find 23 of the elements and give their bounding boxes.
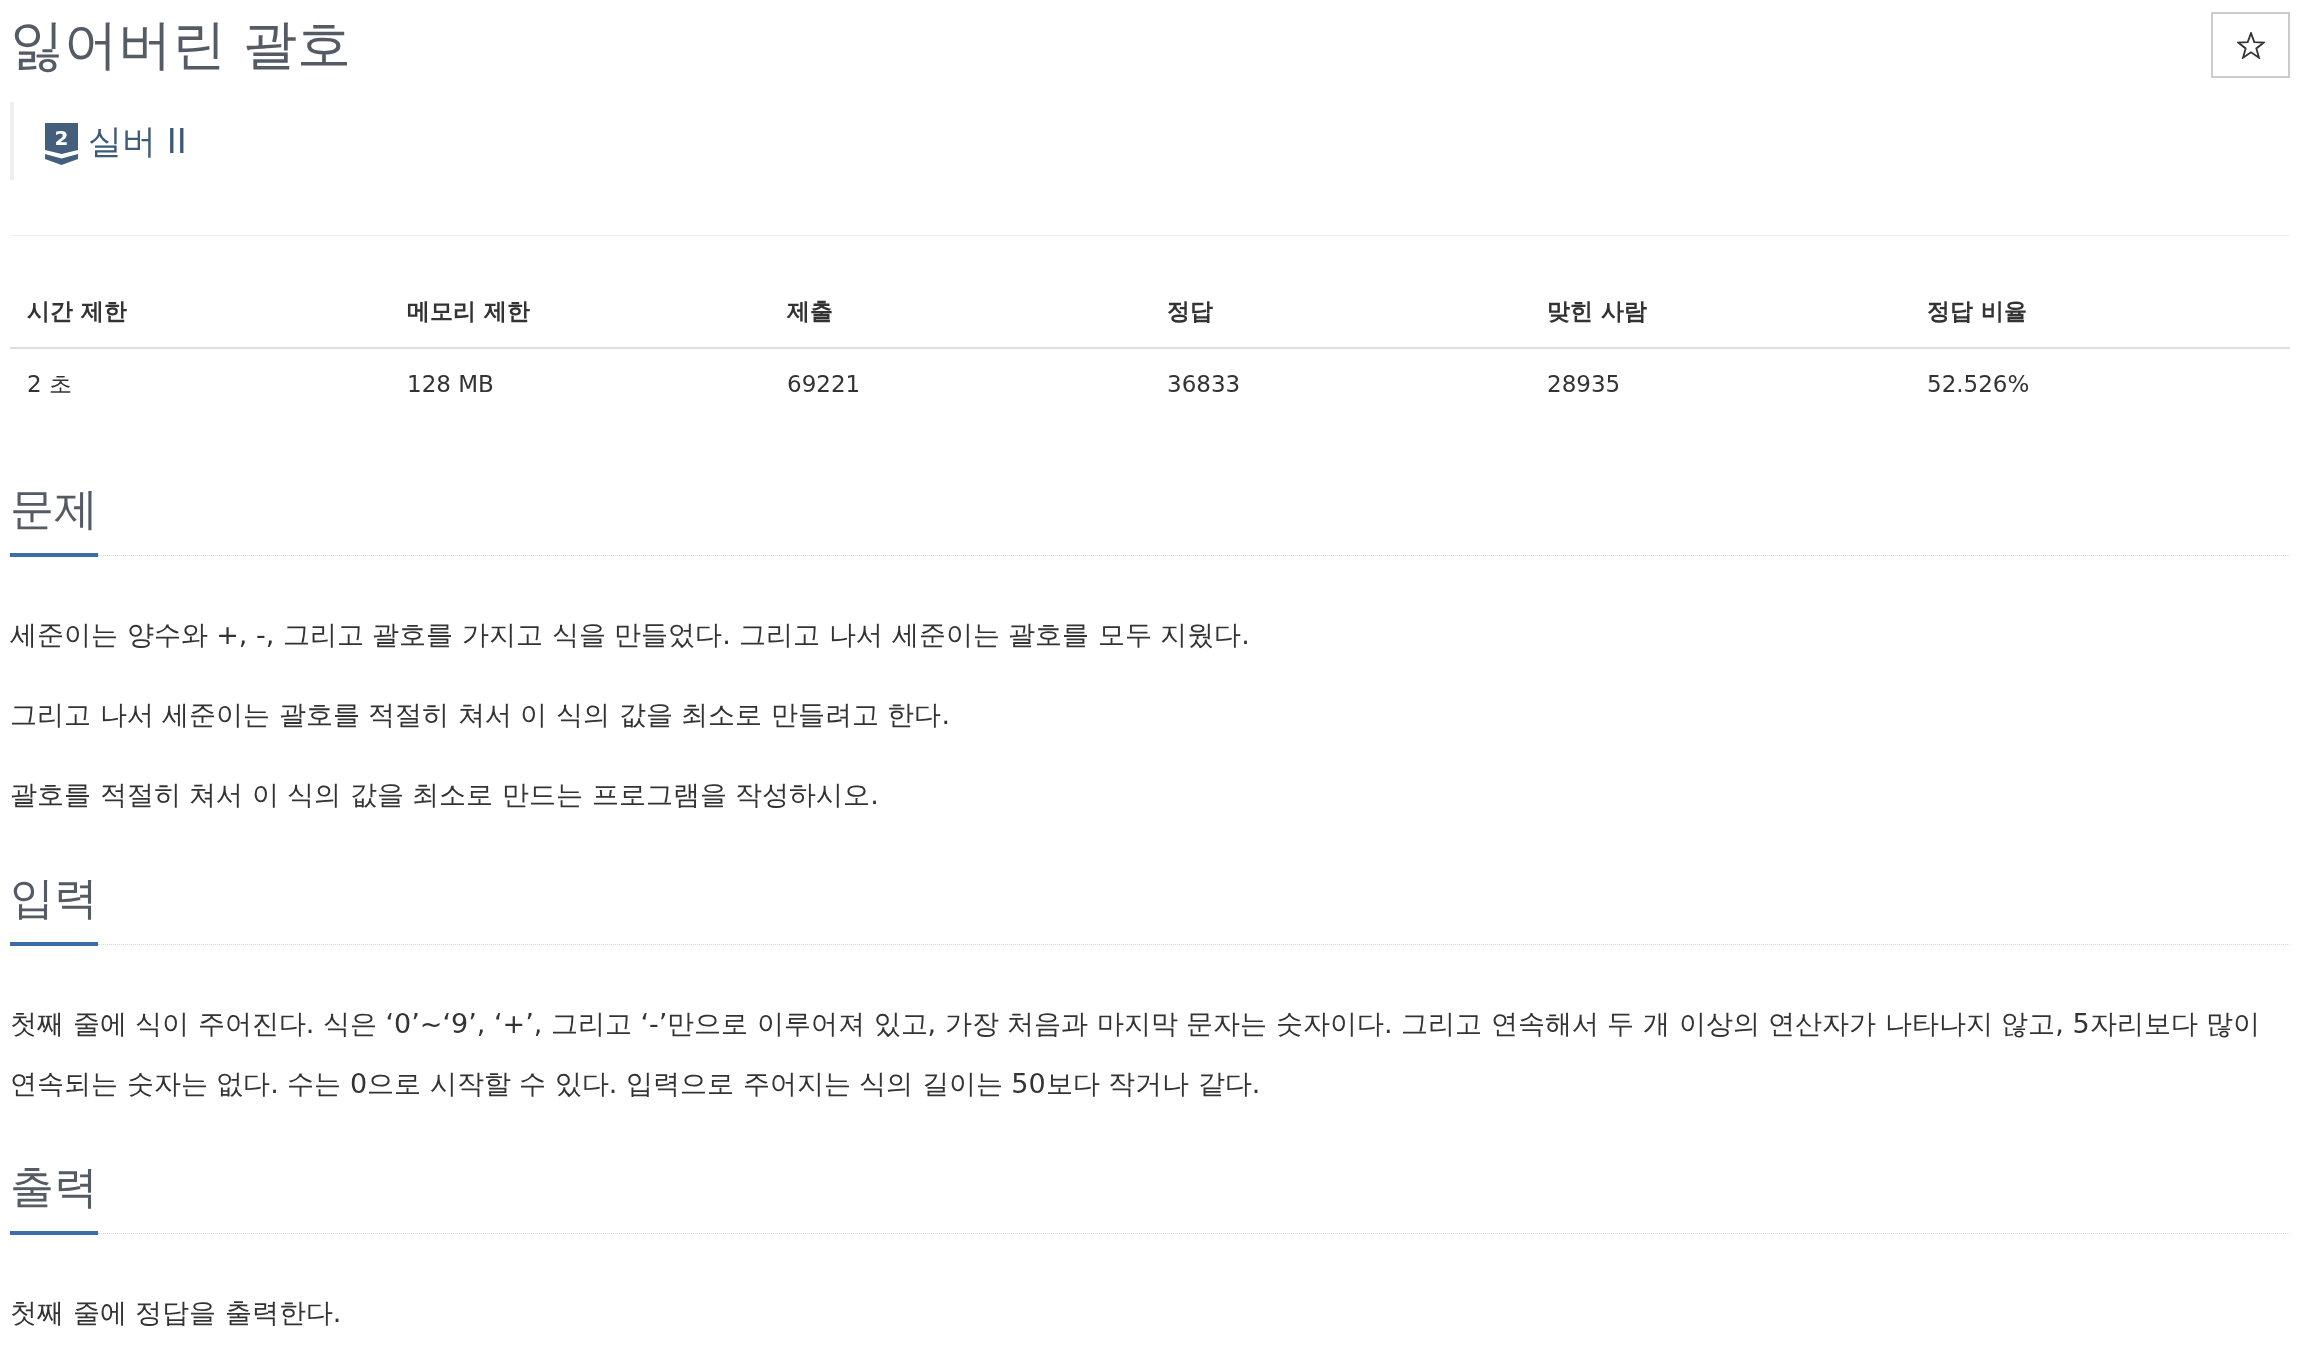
table-cell: 52.526% [1910, 348, 2290, 419]
column-header: 메모리 제한 [390, 275, 770, 348]
paragraph: 첫째 줄에 식이 주어진다. 식은 ‘0’~‘9’, ‘+’, 그리고 ‘-’만으로 이루어져 있고, 가장 처음과 마지막 문자는 숫자이다. 그리고 연속해서 두 개 이상의 연산자가 나타나지 않고, 5자리보다 많이 연속되는 숫자는 없다. 수는 0으로 시작할 수 있다. 입력으로 주어지는 식의 길이는 50보다 작거나 같다. [10, 1007, 2262, 1101]
tier-label: 실버 II [88, 120, 187, 163]
table-cell: 36833 [1150, 348, 1530, 419]
paragraph: 세준이는 양수와 +, -, 그리고 괄호를 가지고 식을 만들었다. 그리고 나서 세준이는 괄호를 모두 지웠다. [10, 618, 1251, 652]
table-cell: 28935 [1530, 348, 1910, 419]
paragraph: 그리고 나서 세준이는 괄호를 적절히 쳐서 이 식의 값을 최소로 만들려고 한다. [10, 698, 951, 732]
table-cell: 69221 [770, 348, 1150, 419]
column-header: 시간 제한 [10, 275, 390, 348]
section-heading: 입력 [10, 870, 98, 946]
column-header: 정답 비율 [1910, 275, 2290, 348]
section-heading: 출력 [10, 1159, 98, 1235]
favorite-button[interactable] [2211, 12, 2290, 78]
table-cell: 128 MB [390, 348, 770, 419]
column-header: 제출 [770, 275, 1150, 348]
column-header: 맞힌 사람 [1530, 275, 1910, 348]
paragraph: 첫째 줄에 정답을 출력한다. [10, 1296, 343, 1330]
problem-title: 잃어버린 괄호 [10, 12, 352, 78]
column-header: 정답 [1150, 275, 1530, 348]
section-heading: 문제 [10, 481, 98, 557]
paragraph: 괄호를 적절히 쳐서 이 식의 값을 최소로 만드는 프로그램을 작성하시오. [10, 778, 880, 812]
table-cell: 2 초 [10, 348, 390, 419]
